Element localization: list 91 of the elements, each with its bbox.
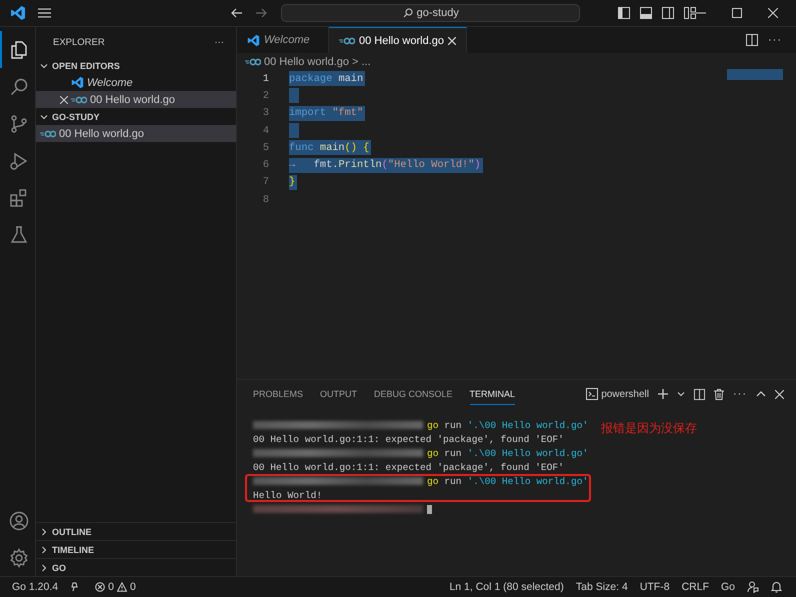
search-icon bbox=[402, 8, 413, 18]
terminal-command: go run '.\00 Hello world.go' bbox=[427, 476, 588, 486]
terminal-cursor bbox=[427, 504, 432, 514]
terminal-output: 00 Hello world.go:1:1: expected 'package', found 'EOF' bbox=[253, 462, 564, 472]
chevron-icon bbox=[40, 62, 48, 70]
split-editor-icon[interactable] bbox=[746, 34, 758, 46]
maximize-icon[interactable] bbox=[732, 8, 742, 18]
panel-tab[interactable]: PROBLEMS bbox=[253, 383, 304, 405]
line-number: 7 bbox=[262, 176, 270, 188]
run-debug-icon[interactable] bbox=[8, 150, 28, 170]
account-icon[interactable] bbox=[8, 510, 28, 530]
settings-icon[interactable] bbox=[8, 548, 28, 568]
status-item[interactable]: Go bbox=[720, 581, 735, 593]
more-actions-button[interactable]: ··· bbox=[733, 388, 747, 400]
line-number: 3 bbox=[262, 107, 270, 120]
vscode-logo-icon bbox=[10, 5, 26, 21]
forward-arrow-icon[interactable] bbox=[255, 8, 268, 18]
search-icon[interactable] bbox=[8, 76, 28, 96]
vscode-logo-icon bbox=[71, 76, 84, 89]
back-arrow-icon[interactable] bbox=[231, 8, 244, 18]
section-header[interactable]: GO-STUDY bbox=[36, 108, 236, 125]
line-number: 6 bbox=[262, 159, 270, 172]
editor-tab[interactable]: 00 Hello world.go bbox=[329, 27, 467, 53]
line-number: 5 bbox=[262, 142, 270, 154]
problems-status[interactable]: 0 0 bbox=[95, 581, 136, 593]
menu-icon[interactable] bbox=[38, 8, 52, 18]
status-item[interactable]: CRLF bbox=[682, 581, 709, 593]
breadcrumb-more[interactable]: > ... bbox=[352, 56, 371, 68]
extensions-icon[interactable] bbox=[8, 188, 28, 208]
terminal-icon bbox=[586, 388, 598, 400]
customize-layout-icon[interactable] bbox=[684, 7, 696, 19]
go-file-icon bbox=[40, 130, 56, 138]
chevron-icon bbox=[40, 112, 48, 120]
more-actions-button[interactable]: ··· bbox=[214, 36, 224, 48]
terminal-command: go run '.\00 Hello world.go' bbox=[427, 420, 588, 430]
source-control-icon[interactable] bbox=[8, 114, 28, 134]
go-file-icon bbox=[339, 36, 355, 44]
vscode-logo-icon bbox=[247, 34, 260, 46]
warning-count: 0 bbox=[130, 581, 136, 593]
section-header[interactable]: TIMELINE bbox=[36, 540, 236, 558]
close-icon[interactable] bbox=[448, 36, 456, 44]
warning-icon bbox=[116, 582, 127, 592]
pin-icon[interactable] bbox=[70, 582, 80, 592]
line-number: 8 bbox=[262, 194, 270, 206]
go-version[interactable]: Go 1.20.4 bbox=[12, 581, 58, 593]
status-item[interactable]: UTF-8 bbox=[640, 581, 670, 593]
files-icon[interactable] bbox=[8, 40, 28, 60]
section-header[interactable]: OPEN EDITORS bbox=[36, 57, 236, 74]
file-item[interactable]: 00 Hello world.go bbox=[36, 91, 236, 108]
feedback-icon[interactable] bbox=[747, 581, 759, 593]
more-actions-button[interactable]: ··· bbox=[768, 34, 782, 46]
file-item[interactable]: Welcome bbox=[36, 74, 236, 91]
line-number: 4 bbox=[262, 124, 270, 137]
error-count: 0 bbox=[108, 581, 114, 593]
panel-tab[interactable]: DEBUG CONSOLE bbox=[374, 383, 453, 405]
chevron-down-icon[interactable] bbox=[677, 390, 685, 398]
status-item[interactable]: Ln 1, Col 1 (80 selected) bbox=[449, 581, 564, 593]
chevron-up-icon[interactable] bbox=[756, 390, 766, 398]
file-item[interactable]: 00 Hello world.go bbox=[36, 125, 236, 142]
plus-icon[interactable] bbox=[658, 389, 668, 399]
annotation-text: 报错是因为没保存 bbox=[601, 420, 697, 437]
panel-tab[interactable]: TERMINAL bbox=[470, 383, 516, 405]
close-icon[interactable] bbox=[60, 96, 68, 104]
flask-icon[interactable] bbox=[8, 224, 28, 244]
line-number: 2 bbox=[262, 90, 270, 102]
close-icon[interactable] bbox=[768, 8, 778, 18]
chevron-icon bbox=[40, 564, 48, 572]
terminal-output: Hello World! bbox=[253, 490, 322, 500]
split-terminal-icon[interactable] bbox=[694, 388, 705, 400]
close-icon[interactable] bbox=[775, 390, 784, 398]
toggle-panel-icon[interactable] bbox=[640, 7, 652, 19]
explorer-title: EXPLORER bbox=[53, 36, 105, 48]
line-number: 1 bbox=[262, 72, 270, 85]
panel-tab[interactable]: OUTPUT bbox=[320, 383, 358, 405]
breadcrumb-file[interactable]: 00 Hello world.go bbox=[264, 56, 349, 68]
toggle-sidebar-icon[interactable] bbox=[618, 7, 630, 19]
trash-icon[interactable] bbox=[714, 388, 724, 400]
terminal-profile[interactable]: powershell bbox=[586, 388, 649, 400]
chevron-icon bbox=[40, 546, 48, 554]
status-item[interactable]: Tab Size: 4 bbox=[576, 581, 628, 593]
bell-icon[interactable] bbox=[771, 581, 782, 593]
toggle-secondary-sidebar-icon[interactable] bbox=[662, 7, 674, 19]
go-file-icon bbox=[245, 58, 261, 66]
section-header[interactable]: OUTLINE bbox=[36, 522, 236, 540]
terminal-command: go run '.\00 Hello world.go' bbox=[427, 448, 588, 458]
minimap-highlight bbox=[727, 69, 783, 80]
chevron-icon bbox=[40, 528, 48, 536]
error-icon bbox=[95, 582, 106, 592]
go-file-icon bbox=[71, 96, 87, 104]
command-center-search[interactable]: go-study bbox=[281, 4, 580, 22]
terminal-output: 00 Hello world.go:1:1: expected 'package', found 'EOF' bbox=[253, 434, 564, 444]
